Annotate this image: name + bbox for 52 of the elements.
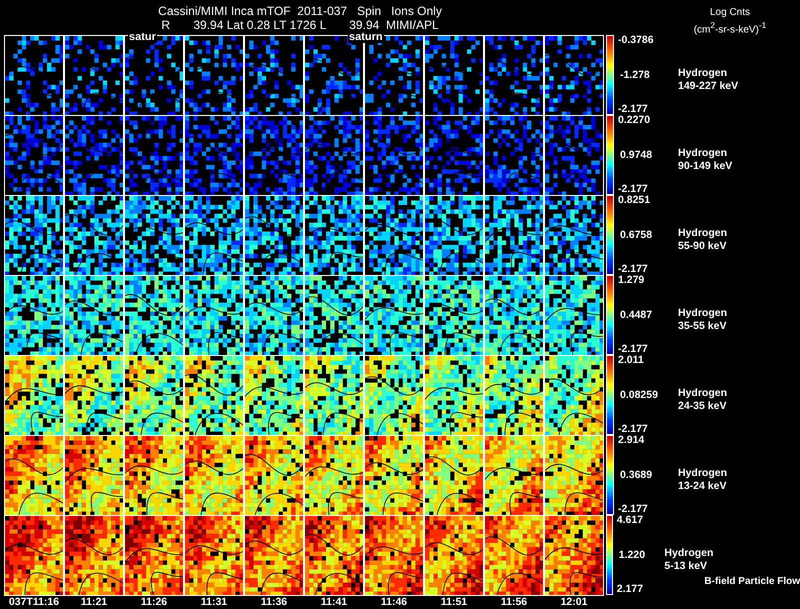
plot-title: Cassini/MIMI Inca mTOF 2011-037 Spin Ions Only bbox=[158, 4, 442, 18]
time-label: 11:41 bbox=[320, 596, 348, 608]
legend-text: B-field Particle Flow bbox=[704, 575, 800, 588]
time-label: 11:51 bbox=[440, 596, 468, 608]
colorbar-min: -2.177 bbox=[618, 104, 649, 115]
colorbar-min: -2.177 bbox=[618, 504, 649, 515]
colorbar-mid: 0.4487 bbox=[619, 310, 654, 320]
colorbar-max: 1.279 bbox=[618, 275, 646, 286]
colorbar-min: -2.177 bbox=[618, 184, 649, 195]
plot-subtitle: R 39.94 Lat 0.28 LT 1726 L 39.94 MIMI/APL bbox=[161, 18, 439, 32]
time-label: 11:56 bbox=[500, 596, 528, 608]
species-label: Hydrogen bbox=[678, 307, 728, 320]
time-label: 11:36 bbox=[260, 596, 288, 608]
overlay-label: saturn bbox=[348, 32, 384, 43]
species-label: Hydrogen bbox=[678, 387, 728, 400]
colorbar-mid: 0.6758 bbox=[619, 230, 654, 240]
colorbar-max: 4.617 bbox=[616, 515, 644, 526]
time-label: 037T11:16 bbox=[8, 596, 60, 608]
energy-label: 149-227 keV bbox=[678, 80, 738, 93]
units-text: (cm$^{2}$-sr-s-keV)$^{-1}$ bbox=[694, 19, 766, 36]
energy-label: 55-90 keV bbox=[678, 240, 728, 253]
colorbar-mid: 1.220 bbox=[618, 550, 646, 560]
colorbar-min: -2.177 bbox=[618, 424, 649, 435]
colorbar-max: 0.2270 bbox=[618, 115, 652, 126]
colorbar-max: -0.3786 bbox=[618, 35, 655, 46]
species-label: Hydrogen bbox=[678, 227, 728, 240]
colorbar-max: 2.011 bbox=[618, 355, 645, 366]
time-label: 12:01 bbox=[560, 596, 588, 608]
units-label: Log Cnts bbox=[710, 7, 750, 19]
species-label: Hydrogen bbox=[678, 67, 728, 80]
species-label: Hydrogen bbox=[678, 147, 728, 160]
energy-label: 13-24 keV bbox=[678, 480, 728, 493]
energy-label: 5-13 keV bbox=[664, 560, 708, 573]
time-label: 11:46 bbox=[380, 596, 408, 608]
species-label: Hydrogen bbox=[678, 467, 728, 480]
time-label: 11:21 bbox=[80, 596, 108, 608]
colorbar-min: -2.177 bbox=[618, 264, 649, 275]
colorbar-min: 2.177 bbox=[616, 584, 644, 595]
colorbar-max: 0.8251 bbox=[618, 195, 652, 206]
species-label: Hydrogen bbox=[664, 547, 714, 560]
energy-label: 24-35 keV bbox=[678, 400, 728, 413]
energy-label: 90-149 keV bbox=[678, 160, 732, 173]
overlay-label: satur bbox=[128, 32, 157, 43]
time-label: 11:26 bbox=[140, 596, 168, 608]
energy-label: 35-55 keV bbox=[678, 320, 728, 333]
colorbar-min: -2.177 bbox=[618, 344, 649, 355]
colorbar-mid: -1.278 bbox=[619, 70, 651, 80]
colorbar-mid: 0.3689 bbox=[619, 470, 654, 480]
colorbar-mid: 0.08259 bbox=[619, 390, 659, 400]
colorbar-max: 2.914 bbox=[618, 435, 646, 446]
time-label: 11:31 bbox=[200, 596, 228, 608]
colorbar-mid: 0.9748 bbox=[619, 150, 654, 160]
